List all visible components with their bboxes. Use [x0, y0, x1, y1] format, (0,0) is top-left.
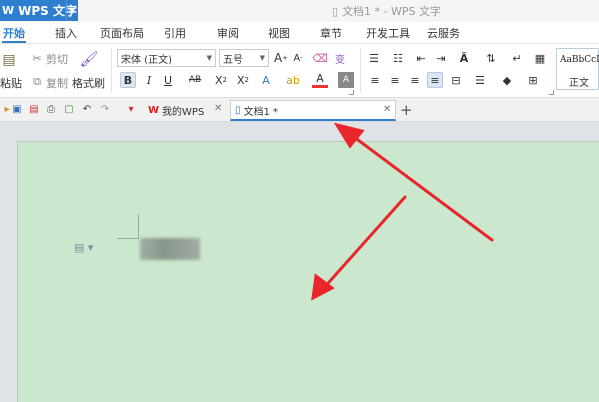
format-painter-button[interactable]: 格式刷 — [72, 75, 105, 91]
close-icon[interactable]: ✕ — [383, 104, 391, 115]
show-marks-icon[interactable]: ↵ — [509, 50, 525, 66]
cut-button[interactable]: 剪切 — [46, 51, 68, 67]
margin-corner-mark — [138, 214, 139, 238]
distributed-align-icon[interactable]: ⊟ — [448, 72, 464, 88]
decrease-indent-icon[interactable]: ⇤ — [413, 50, 429, 66]
print-preview-icon[interactable]: ▢ — [62, 102, 76, 116]
style-gallery-normal[interactable]: AaBbCcI 正文 — [556, 48, 599, 90]
separator — [111, 49, 112, 93]
new-tab-icon[interactable]: + — [400, 101, 413, 119]
tab-review[interactable]: 审阅 — [217, 25, 239, 41]
bold-button[interactable]: B — [120, 72, 136, 88]
wps-logo-icon: W — [2, 4, 15, 17]
chevron-down-icon: ▼ — [259, 54, 265, 62]
paragraph-options-icon[interactable]: ▤ ▾ — [74, 241, 93, 254]
customize-quick-access-icon[interactable]: ▾ — [124, 102, 138, 116]
paste-icon[interactable]: ▤ — [0, 50, 18, 70]
shrink-font-icon[interactable]: A- — [290, 50, 306, 66]
bullets-icon[interactable]: ☰ — [366, 50, 382, 66]
document-page[interactable] — [17, 141, 599, 402]
chevron-down-icon: ▼ — [206, 54, 212, 62]
format-painter-icon[interactable]: 🖌 — [79, 49, 99, 69]
tab-references[interactable]: 引用 — [164, 25, 186, 41]
align-center-icon[interactable]: ≡ — [387, 72, 403, 88]
ribbon-tab-bar: 开始 插入 页面布局 引用 审阅 视图 章节 开发工具 云服务 — [0, 22, 599, 44]
ribbon-toolbar: ▤ 粘贴 ✂ 剪切 ⧉ 复制 🖌 格式刷 宋体 (正文) ▼ 五号 ▼ A + A… — [0, 44, 599, 98]
font-dialog-launcher-icon[interactable] — [349, 90, 354, 95]
document-workspace — [0, 122, 599, 402]
text-direction-icon[interactable]: Ä — [456, 50, 472, 66]
character-shading-icon[interactable]: A — [338, 72, 354, 88]
blurred-text — [140, 238, 200, 260]
close-icon[interactable]: ✕ — [214, 103, 222, 114]
highlight-icon[interactable]: ab — [285, 72, 301, 88]
document-tab-strip: ▸ ▣ ▤ ⎙ ▢ ↶ ↷ ▾ W 我的WPS ✕ ▯ 文档1 * ✕ — [0, 98, 599, 122]
tab-sections[interactable]: 章节 — [320, 25, 342, 41]
tab-cloud[interactable]: 云服务 — [427, 25, 460, 41]
scissors-icon[interactable]: ✂ — [29, 50, 45, 66]
font-color-icon[interactable]: A — [312, 72, 328, 88]
tab-view[interactable]: 视图 — [268, 25, 290, 41]
export-pdf-icon[interactable]: ▤ — [27, 102, 41, 116]
paragraph-dialog-launcher-icon[interactable] — [549, 90, 554, 95]
tab-page-layout[interactable]: 页面布局 — [100, 25, 144, 41]
subscript-button[interactable]: X2 — [235, 72, 251, 88]
underline-button[interactable]: U — [160, 72, 176, 88]
tab-developer[interactable]: 开发工具 — [366, 25, 410, 41]
align-right-icon[interactable]: ≡ — [407, 72, 423, 88]
increase-indent-icon[interactable]: ⇥ — [433, 50, 449, 66]
sort-icon[interactable]: ⇅ — [483, 50, 499, 66]
copy-button[interactable]: 复制 — [46, 75, 68, 91]
style-preview: AaBbCcI — [560, 55, 599, 65]
clear-format-icon[interactable]: ⌫ — [312, 50, 328, 66]
text-effect-icon[interactable]: A — [258, 72, 274, 88]
wps-menu-button[interactable]: W WPS 文字 ▼ — [0, 0, 78, 21]
separator — [360, 49, 361, 93]
phonetic-guide-icon[interactable]: 变 — [332, 50, 348, 66]
font-name-select[interactable]: 宋体 (正文) ▼ — [117, 49, 216, 67]
shading-icon[interactable]: ◆ — [499, 72, 515, 88]
align-left-icon[interactable]: ≡ — [367, 72, 383, 88]
justify-icon[interactable]: ≡ — [427, 72, 443, 88]
strikethrough-button[interactable]: AB — [187, 72, 203, 88]
font-size-select[interactable]: 五号 ▼ — [219, 49, 269, 67]
title-bar: W WPS 文字 ▼ ▯ 文档1 * - WPS 文字 — [0, 0, 599, 22]
margin-corner-mark — [117, 238, 139, 239]
redo-icon[interactable]: ↷ — [98, 102, 112, 116]
undo-icon[interactable]: ↶ — [80, 102, 94, 116]
grow-font-icon[interactable]: A + — [273, 50, 289, 66]
save-icon[interactable]: ▣ — [10, 102, 24, 116]
document-icon: ▯ — [332, 4, 339, 18]
copy-icon[interactable]: ⧉ — [29, 74, 45, 90]
borders-icon[interactable]: ⊞ — [525, 72, 541, 88]
active-tab-indicator — [2, 41, 26, 43]
tab-document[interactable]: ▯ 文档1 * ✕ — [230, 100, 396, 121]
wps-logo-icon: W — [148, 105, 160, 116]
window-title: ▯ 文档1 * - WPS 文字 — [332, 4, 442, 19]
table-icon[interactable]: ▦ — [532, 50, 548, 66]
numbering-icon[interactable]: ☷ — [390, 50, 406, 66]
italic-button[interactable]: I — [141, 72, 157, 88]
style-name: 正文 — [569, 78, 589, 89]
superscript-button[interactable]: X2 — [213, 72, 229, 88]
print-icon[interactable]: ⎙ — [44, 102, 58, 116]
tab-my-wps[interactable]: W 我的WPS ✕ — [144, 100, 228, 121]
document-icon: ▯ — [235, 104, 241, 116]
paste-button[interactable]: 粘贴 — [0, 75, 22, 91]
chevron-down-icon[interactable]: ▼ — [66, 0, 78, 21]
line-spacing-icon[interactable]: ☰ — [472, 72, 488, 88]
tab-home[interactable]: 开始 — [3, 25, 25, 41]
tab-insert[interactable]: 插入 — [55, 25, 77, 41]
